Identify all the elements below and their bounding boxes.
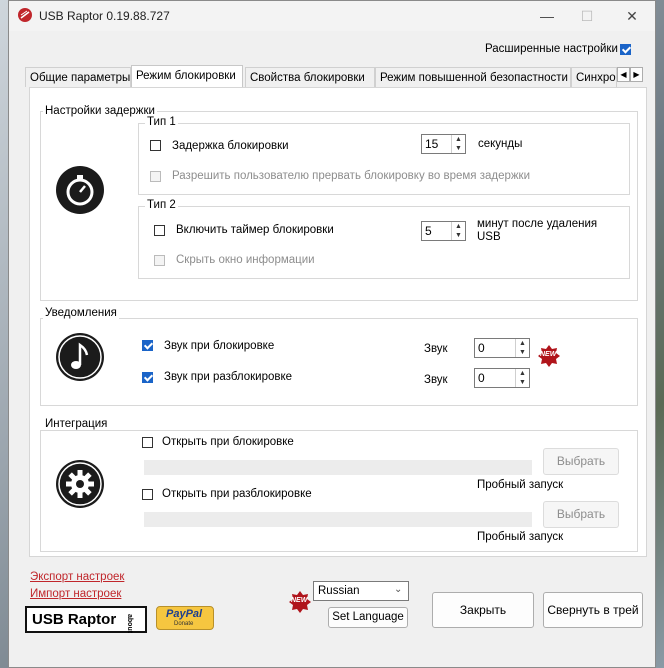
open-on-lock-test-run[interactable]: Пробный запуск [477, 479, 563, 491]
advanced-settings-label: Расширенные настройки [485, 43, 618, 55]
app-window: USB Raptor 0.19.88.727 — ☐ ✕ Расширенные… [8, 0, 656, 668]
tab-high-security[interactable]: Режим повышенной безопастности [375, 67, 571, 87]
unlock-sound-spinner[interactable]: 0 ▲ ▼ [474, 368, 530, 388]
usb-raptor-logo[interactable]: USB Raptor about [25, 606, 147, 633]
tab-scroll-right-button[interactable]: ▶ [630, 67, 643, 82]
spin-up-icon[interactable]: ▲ [452, 135, 465, 144]
open-on-unlock-checkbox[interactable] [142, 489, 153, 500]
spin-down-icon[interactable]: ▼ [516, 378, 529, 387]
hide-info-checkbox[interactable] [154, 255, 165, 266]
logo-text: USB Raptor [32, 611, 117, 628]
spin-down-icon[interactable]: ▼ [452, 231, 465, 240]
import-settings-link[interactable]: Импорт настроек [30, 588, 121, 600]
language-new-badge-text: NEW [291, 597, 308, 604]
spin-down-icon[interactable]: ▼ [516, 348, 529, 357]
type1-group [138, 123, 630, 195]
lock-sound-select-label: Звук [424, 343, 448, 355]
spin-up-icon[interactable]: ▲ [516, 339, 529, 348]
advanced-settings-checkbox[interactable] [620, 44, 631, 55]
lock-sound-spinner[interactable]: 0 ▲ ▼ [474, 338, 530, 358]
lock-timer-spinner[interactable]: 5 ▲ ▼ [421, 221, 466, 241]
lock-sound-label: Звук при блокировке [164, 340, 275, 352]
open-on-unlock-test-run[interactable]: Пробный запуск [477, 531, 563, 543]
lock-timer-value: 5 [425, 224, 432, 238]
window-title: USB Raptor 0.19.88.727 [39, 9, 170, 23]
music-note-icon [56, 333, 104, 381]
lock-delay-checkbox[interactable] [150, 140, 161, 151]
spin-up-icon[interactable]: ▲ [452, 222, 465, 231]
tab-general[interactable]: Общие параметры [25, 67, 131, 87]
lock-delay-spinner-arrows[interactable]: ▲ ▼ [451, 135, 465, 153]
unlock-sound-checkbox[interactable] [142, 372, 153, 383]
lock-timer-unit-line2: USB [477, 231, 501, 243]
new-badge-text: NEW [540, 351, 557, 358]
open-on-unlock-choose-button[interactable]: Выбрать [543, 501, 619, 528]
tab-lock-properties[interactable]: Свойства блокировки [245, 67, 375, 87]
type2-title: Тип 2 [145, 199, 178, 211]
new-badge: NEW [538, 345, 560, 367]
language-select[interactable]: Russian ⌄ [313, 581, 409, 601]
lock-timer-label: Включить таймер блокировки [176, 224, 334, 236]
open-on-lock-label: Открыть при блокировке [162, 436, 294, 448]
lock-timer-checkbox[interactable] [154, 225, 165, 236]
set-language-button[interactable]: Set Language [328, 607, 408, 628]
title-bar: USB Raptor 0.19.88.727 — ☐ ✕ [9, 1, 655, 31]
lock-timer-unit-line1: минут после удаления [477, 218, 598, 230]
chevron-down-icon[interactable]: ⌄ [394, 584, 402, 595]
close-button[interactable]: Закрыть [432, 592, 534, 628]
unlock-sound-label: Звук при разблокировке [164, 371, 293, 383]
tab-sync[interactable]: Синхро [571, 67, 617, 87]
open-on-lock-checkbox[interactable] [142, 437, 153, 448]
unlock-sound-value: 0 [478, 371, 485, 385]
raptor-logo-icon [18, 8, 32, 22]
paypal-text: PayPal [166, 608, 203, 620]
notifications-title: Уведомления [43, 307, 119, 319]
open-on-unlock-path-field[interactable] [144, 512, 532, 527]
paypal-donate-button[interactable]: PayPal Donate [156, 606, 214, 630]
open-on-lock-choose-button[interactable]: Выбрать [543, 448, 619, 475]
lock-sound-value: 0 [478, 341, 485, 355]
lock-sound-spinner-arrows[interactable]: ▲ ▼ [515, 339, 529, 357]
spin-down-icon[interactable]: ▼ [452, 144, 465, 153]
allow-interrupt-checkbox[interactable] [150, 171, 161, 182]
hide-info-label: Скрыть окно информации [176, 254, 315, 266]
lock-timer-spinner-arrows[interactable]: ▲ ▼ [451, 222, 465, 240]
spin-up-icon[interactable]: ▲ [516, 369, 529, 378]
stopwatch-icon [56, 166, 104, 214]
type2-group [138, 206, 630, 279]
unlock-sound-spinner-arrows[interactable]: ▲ ▼ [515, 369, 529, 387]
gear-icon [56, 460, 104, 508]
lock-delay-unit: секунды [478, 138, 523, 150]
delay-settings-title: Настройки задержки [43, 105, 157, 117]
tab-scroll-left-button[interactable]: ◀ [617, 67, 630, 82]
lock-delay-label: Задержка блокировки [172, 140, 289, 152]
close-window-button[interactable]: ✕ [614, 5, 650, 27]
maximize-window-button[interactable]: ☐ [569, 5, 605, 27]
donate-text: Donate [174, 621, 194, 627]
minimize-to-tray-button[interactable]: Свернуть в трей [543, 592, 643, 628]
language-new-badge: NEW [289, 591, 311, 613]
language-value: Russian [318, 585, 360, 597]
tab-lock-mode[interactable]: Режим блокировки [131, 65, 243, 88]
integration-title: Интеграция [43, 418, 110, 430]
export-settings-link[interactable]: Экспорт настроек [30, 571, 124, 583]
lock-delay-spinner[interactable]: 15 ▲ ▼ [421, 134, 466, 154]
about-text: about [126, 614, 133, 634]
lock-delay-value: 15 [425, 137, 439, 151]
open-on-unlock-label: Открыть при разблокировке [162, 488, 312, 500]
open-on-lock-path-field[interactable] [144, 460, 532, 475]
lock-sound-checkbox[interactable] [142, 340, 153, 351]
minimize-window-button[interactable]: — [529, 5, 565, 27]
unlock-sound-select-label: Звук [424, 374, 448, 386]
allow-interrupt-label: Разрешить пользователю прервать блокиров… [172, 170, 531, 182]
lock-mode-panel: Настройки задержки Тип 1 Задержка блокир… [29, 87, 647, 557]
type1-title: Тип 1 [145, 116, 178, 128]
